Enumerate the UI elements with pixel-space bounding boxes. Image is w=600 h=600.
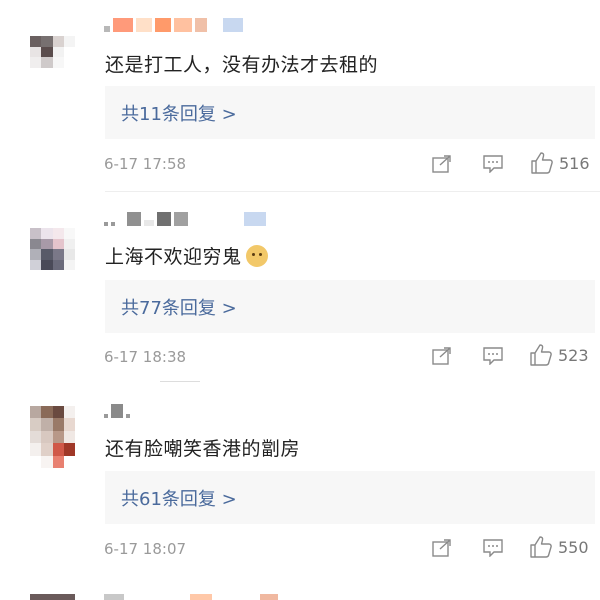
comment-text: 还有脸嘲笑香港的劏房 bbox=[105, 434, 300, 461]
share-icon bbox=[432, 539, 451, 557]
comment-text: 上海不欢迎穷鬼 bbox=[105, 242, 268, 269]
view-replies-button[interactable]: 共77条回复 > bbox=[105, 280, 595, 333]
share-icon bbox=[432, 155, 451, 173]
comment-item: 还是打工人，没有办法才去租的 共11条回复 > 6-17 17:58 516 bbox=[0, 14, 600, 206]
avatar[interactable] bbox=[30, 36, 75, 78]
doge-emoji-icon bbox=[245, 244, 268, 267]
divider bbox=[160, 381, 200, 382]
like-count: 550 bbox=[558, 537, 589, 557]
comment-icon bbox=[483, 539, 503, 557]
like-button[interactable]: 550 bbox=[529, 535, 589, 559]
like-count: 523 bbox=[558, 345, 589, 365]
comment-item: 上海不欢迎穷鬼 共77条回复 > 6-17 18:38 523 bbox=[0, 208, 600, 400]
thumbs-up-icon bbox=[530, 536, 552, 558]
next-comment-peek bbox=[0, 590, 600, 600]
like-button[interactable]: 523 bbox=[529, 343, 589, 367]
comment-icon bbox=[483, 155, 503, 173]
comment-timestamp: 6-17 18:38 bbox=[104, 348, 187, 366]
comment-text: 还是打工人，没有办法才去租的 bbox=[105, 50, 378, 77]
comment-text-content: 上海不欢迎穷鬼 bbox=[105, 246, 242, 268]
comment-timestamp: 6-17 17:58 bbox=[104, 155, 187, 173]
comment-icon bbox=[483, 347, 503, 365]
reply-count-label: 共77条回复 > bbox=[121, 297, 237, 319]
share-button[interactable] bbox=[428, 152, 456, 176]
reply-count-label: 共11条回复 > bbox=[121, 103, 237, 125]
thumbs-up-icon bbox=[531, 152, 553, 174]
reply-count-label: 共61条回复 > bbox=[121, 488, 237, 510]
divider bbox=[105, 191, 600, 192]
share-button[interactable] bbox=[428, 536, 456, 560]
avatar[interactable] bbox=[30, 228, 75, 270]
comment-button[interactable] bbox=[479, 344, 507, 368]
avatar[interactable] bbox=[30, 406, 75, 468]
like-button[interactable]: 516 bbox=[530, 151, 590, 175]
comment-text-content: 还有脸嘲笑香港的劏房 bbox=[105, 438, 301, 460]
view-replies-button[interactable]: 共11条回复 > bbox=[105, 86, 595, 139]
username-blurred[interactable] bbox=[104, 400, 130, 418]
comment-button[interactable] bbox=[479, 152, 507, 176]
share-icon bbox=[432, 347, 451, 365]
username-blurred[interactable] bbox=[104, 14, 243, 32]
like-count: 516 bbox=[559, 153, 590, 173]
thumbs-up-icon bbox=[530, 344, 552, 366]
comment-timestamp: 6-17 18:07 bbox=[104, 540, 187, 558]
comment-text-content: 还是打工人，没有办法才去租的 bbox=[105, 54, 379, 76]
username-blurred[interactable] bbox=[104, 208, 266, 226]
comment-button[interactable] bbox=[479, 536, 507, 560]
view-replies-button[interactable]: 共61条回复 > bbox=[105, 471, 595, 524]
comment-item: 还有脸嘲笑香港的劏房 共61条回复 > 6-17 18:07 550 bbox=[0, 400, 600, 592]
share-button[interactable] bbox=[428, 344, 456, 368]
